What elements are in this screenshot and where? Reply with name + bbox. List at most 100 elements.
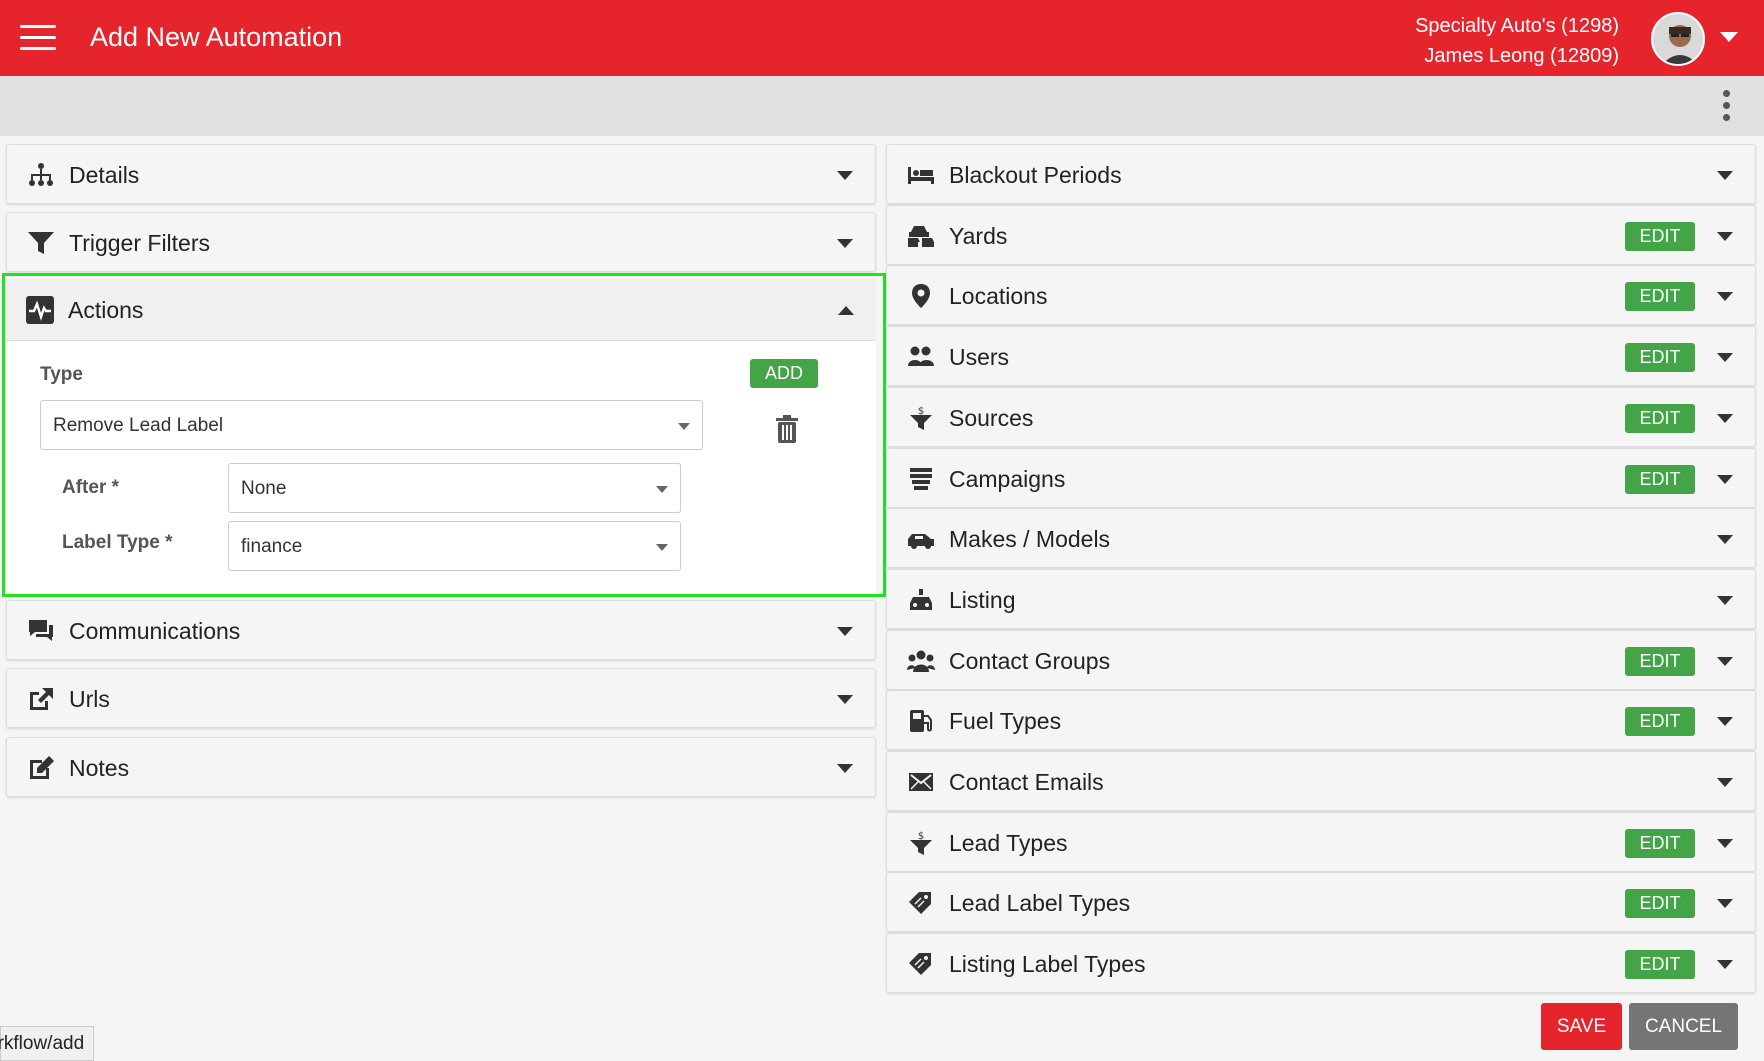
- panel-contact-groups[interactable]: Contact Groups EDIT: [886, 630, 1756, 690]
- chevron-down-icon[interactable]: [1717, 839, 1733, 848]
- gas-pump-icon: [910, 710, 932, 732]
- edit-button[interactable]: EDIT: [1625, 282, 1695, 311]
- svg-text:$: $: [918, 406, 924, 417]
- panel-actions[interactable]: Actions: [6, 279, 876, 341]
- chevron-down-icon[interactable]: [1717, 596, 1733, 605]
- trash-icon[interactable]: [775, 414, 799, 444]
- status-bar-url: orkflow/add: [0, 1026, 95, 1061]
- panel-yards[interactable]: Yards EDIT: [886, 205, 1756, 265]
- external-link-icon: [30, 688, 53, 710]
- envelope-icon: [909, 773, 933, 791]
- panel-label: Blackout Periods: [949, 162, 1122, 188]
- chevron-down-icon[interactable]: [837, 239, 853, 248]
- panel-lead-label-types[interactable]: Lead Label Types EDIT: [886, 872, 1756, 932]
- edit-button[interactable]: EDIT: [1625, 889, 1695, 918]
- account-user: James Leong (12809): [1424, 45, 1619, 67]
- heartbeat-icon: [26, 296, 54, 324]
- more-options-icon[interactable]: [1720, 88, 1734, 124]
- panel-label: Contact Groups: [949, 648, 1111, 674]
- chevron-down-icon[interactable]: [837, 171, 853, 180]
- account-dealer: Specialty Auto's (1298): [1415, 15, 1619, 37]
- edit-button[interactable]: EDIT: [1625, 707, 1695, 736]
- panel-label: Sources: [949, 405, 1034, 431]
- edit-button[interactable]: EDIT: [1625, 404, 1695, 433]
- edit-button[interactable]: EDIT: [1625, 343, 1695, 372]
- users-icon: [908, 346, 934, 366]
- chevron-down-icon[interactable]: [837, 695, 853, 704]
- chevron-down-icon: [656, 486, 668, 493]
- panel-listing[interactable]: Listing: [886, 569, 1756, 629]
- edit-button[interactable]: EDIT: [1625, 647, 1695, 676]
- chevron-down-icon[interactable]: [1717, 899, 1733, 908]
- edit-button[interactable]: EDIT: [1625, 950, 1695, 979]
- panel-fuel-types[interactable]: Fuel Types EDIT: [886, 690, 1756, 750]
- chevron-down-icon[interactable]: [1717, 171, 1733, 180]
- car-listing-icon: [910, 589, 932, 610]
- panel-makes-models[interactable]: Makes / Models: [886, 508, 1756, 568]
- after-select[interactable]: None: [228, 463, 681, 513]
- action-type-select[interactable]: Remove Lead Label: [40, 400, 703, 450]
- funnel-dollar-icon: $: [910, 406, 932, 430]
- bed-icon: [908, 167, 934, 184]
- chevron-down-icon[interactable]: [837, 627, 853, 636]
- label-type-select[interactable]: finance: [228, 521, 681, 571]
- top-app-bar: Add New Automation Specialty Auto's (129…: [0, 0, 1764, 76]
- account-dropdown-icon[interactable]: [1720, 32, 1738, 42]
- panel-trigger-filters[interactable]: Trigger Filters: [6, 212, 876, 272]
- chevron-down-icon[interactable]: [1717, 657, 1733, 666]
- chevron-down-icon[interactable]: [1717, 778, 1733, 787]
- panel-locations[interactable]: Locations EDIT: [886, 265, 1756, 325]
- panel-label: Lead Types: [949, 830, 1068, 856]
- edit-note-icon: [30, 756, 54, 779]
- chevron-down-icon[interactable]: [1717, 292, 1733, 301]
- chevron-down-icon[interactable]: [1717, 535, 1733, 544]
- save-button[interactable]: SAVE: [1541, 1003, 1622, 1050]
- cancel-button[interactable]: CANCEL: [1629, 1003, 1738, 1050]
- chevron-down-icon[interactable]: [1717, 475, 1733, 484]
- panel-communications[interactable]: Communications: [6, 600, 876, 660]
- chevron-down-icon[interactable]: [1717, 232, 1733, 241]
- chevron-down-icon[interactable]: [1717, 414, 1733, 423]
- account-info[interactable]: Specialty Auto's (1298) James Leong (128…: [1415, 11, 1619, 71]
- panel-label: Listing Label Types: [949, 951, 1146, 977]
- panel-label: Trigger Filters: [69, 230, 210, 256]
- panel-label: Users: [949, 344, 1010, 370]
- after-label: After *: [62, 477, 120, 498]
- cars-icon: [908, 226, 934, 247]
- filter-icon: [28, 232, 54, 254]
- chevron-down-icon: [678, 423, 690, 430]
- svg-text:$: $: [918, 831, 924, 842]
- panel-notes[interactable]: Notes: [6, 737, 876, 797]
- panel-label: Details: [69, 162, 140, 188]
- panel-campaigns[interactable]: Campaigns EDIT: [886, 448, 1756, 508]
- avatar[interactable]: [1651, 12, 1705, 66]
- panel-sources[interactable]: $ Sources EDIT: [886, 387, 1756, 447]
- panel-label: Notes: [69, 755, 130, 781]
- panel-label: Listing: [949, 587, 1016, 613]
- chevron-down-icon: [656, 544, 668, 551]
- panel-lead-types[interactable]: $ Lead Types EDIT: [886, 812, 1756, 872]
- funnel-dollar-icon: $: [910, 831, 932, 855]
- panel-label: Campaigns: [949, 466, 1066, 492]
- edit-button[interactable]: EDIT: [1625, 465, 1695, 494]
- menu-icon[interactable]: [20, 25, 56, 51]
- panel-details[interactable]: Details: [6, 144, 876, 204]
- page-title: Add New Automation: [90, 22, 343, 52]
- panel-blackout-periods[interactable]: Blackout Periods: [886, 144, 1756, 204]
- panel-urls[interactable]: Urls: [6, 668, 876, 728]
- chevron-up-icon[interactable]: [838, 306, 854, 315]
- edit-button[interactable]: EDIT: [1625, 829, 1695, 858]
- panel-label: Locations: [949, 283, 1048, 309]
- chevron-down-icon[interactable]: [1717, 717, 1733, 726]
- after-value: None: [241, 478, 287, 499]
- chevron-down-icon[interactable]: [837, 764, 853, 773]
- chevron-down-icon[interactable]: [1717, 353, 1733, 362]
- chevron-down-icon[interactable]: [1717, 960, 1733, 969]
- edit-button[interactable]: EDIT: [1625, 222, 1695, 251]
- panel-users[interactable]: Users EDIT: [886, 326, 1756, 386]
- panel-contact-emails[interactable]: Contact Emails: [886, 751, 1756, 811]
- panel-label: Lead Label Types: [949, 890, 1131, 916]
- add-action-button[interactable]: ADD: [750, 359, 818, 388]
- panel-listing-label-types[interactable]: Listing Label Types EDIT: [886, 933, 1756, 993]
- type-label: Type: [40, 364, 83, 385]
